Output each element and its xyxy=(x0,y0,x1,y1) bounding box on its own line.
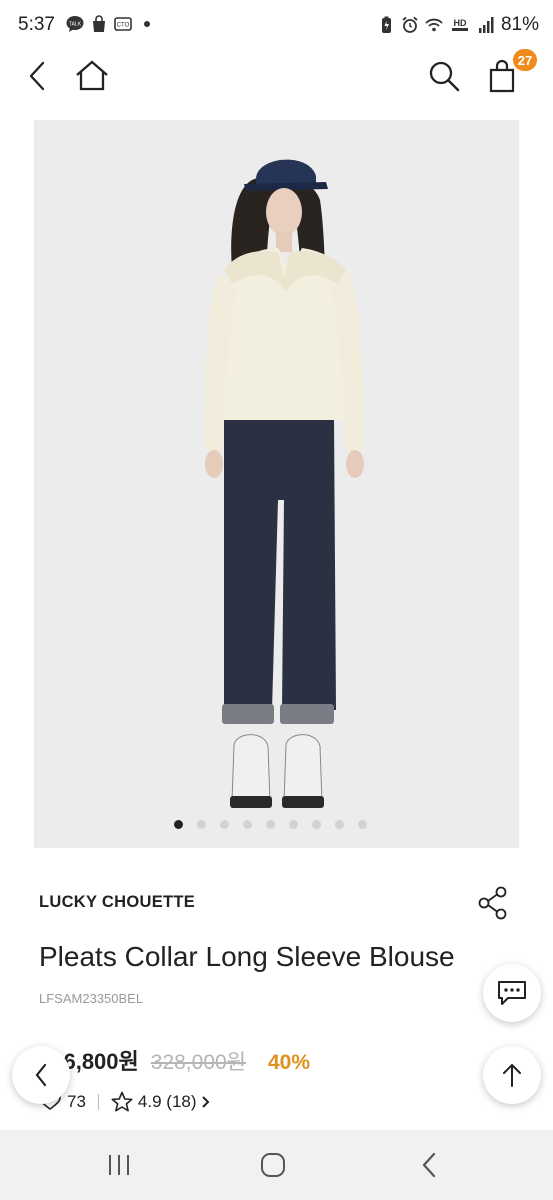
pagination-dot[interactable] xyxy=(220,820,229,829)
chevron-right-icon[interactable] xyxy=(200,1094,212,1110)
product-image[interactable] xyxy=(34,120,519,848)
svg-text:TALK: TALK xyxy=(69,22,82,28)
wifi-icon xyxy=(425,18,443,32)
app-header xyxy=(0,52,553,98)
status-bar: 5:37 TALK CTO HD 81% xyxy=(0,0,553,52)
signal-icon xyxy=(478,17,494,33)
price-row: 196,800원 328,000원 40% xyxy=(39,1044,310,1076)
home-circle-icon xyxy=(261,1153,285,1177)
chevron-left-icon xyxy=(35,1063,47,1087)
svg-text:HD: HD xyxy=(453,18,466,28)
chat-bubble-icon xyxy=(498,981,526,1005)
search-button[interactable] xyxy=(424,56,464,96)
pagination-dot[interactable] xyxy=(289,820,298,829)
alarm-icon xyxy=(402,16,418,33)
system-back-button[interactable] xyxy=(409,1148,449,1182)
like-count: 73 xyxy=(67,1092,86,1111)
original-price: 328,000원 xyxy=(150,1051,246,1074)
shopping-bag-icon xyxy=(93,15,105,32)
pagination-dot[interactable] xyxy=(197,820,206,829)
system-home-button[interactable] xyxy=(253,1148,293,1182)
cart-count-badge: 27 xyxy=(513,49,537,71)
back-button[interactable] xyxy=(18,56,58,96)
arrow-up-icon xyxy=(503,1064,521,1087)
search-icon xyxy=(429,61,460,92)
home-icon xyxy=(76,60,108,91)
pagination-dot[interactable] xyxy=(358,820,367,829)
scroll-to-top-button[interactable] xyxy=(483,1046,541,1104)
product-name: Pleats Collar Long Sleeve Blouse xyxy=(39,941,455,972)
pagination-dot[interactable] xyxy=(312,820,321,829)
share-button[interactable] xyxy=(474,884,512,922)
meta-divider xyxy=(97,1094,99,1110)
dot-icon xyxy=(144,21,150,27)
image-pagination xyxy=(0,820,553,832)
pagination-dot[interactable] xyxy=(335,820,344,829)
star-icon xyxy=(111,1091,133,1112)
pagination-dot[interactable] xyxy=(243,820,252,829)
discount-rate: 40% xyxy=(268,1051,311,1074)
cto-icon: CTO xyxy=(114,17,132,31)
svg-text:CTO: CTO xyxy=(117,23,130,29)
product-code: LFSAM23350BEL xyxy=(39,991,144,1006)
battery-level: 81% xyxy=(500,14,539,35)
brand-name[interactable]: LUCKY CHOUETTE xyxy=(39,893,195,912)
recents-icon xyxy=(109,1155,129,1175)
model-photo xyxy=(204,159,364,808)
chat-button[interactable] xyxy=(483,964,541,1022)
system-nav-bar xyxy=(0,1130,553,1200)
recents-button[interactable] xyxy=(99,1148,139,1182)
status-system-icons: HD 81% xyxy=(377,14,539,36)
hd-voice-icon: HD xyxy=(451,18,468,31)
back-icon xyxy=(422,1152,436,1178)
rating-text[interactable]: 4.9 (18) xyxy=(138,1092,197,1112)
status-notification-icons: TALK CTO xyxy=(66,15,156,33)
pagination-dot[interactable] xyxy=(266,820,275,829)
pagination-dot[interactable] xyxy=(174,820,183,829)
shopping-bag-icon xyxy=(489,59,515,93)
share-icon xyxy=(478,886,507,920)
status-time: 5:37 xyxy=(18,14,55,35)
chevron-left-icon xyxy=(29,61,45,91)
battery-saver-icon xyxy=(381,16,391,33)
product-meta-row: 73 4.9 (18) xyxy=(39,1091,212,1113)
talk-icon: TALK xyxy=(66,16,84,32)
floating-back-button[interactable] xyxy=(12,1046,70,1104)
home-button[interactable] xyxy=(72,56,112,96)
